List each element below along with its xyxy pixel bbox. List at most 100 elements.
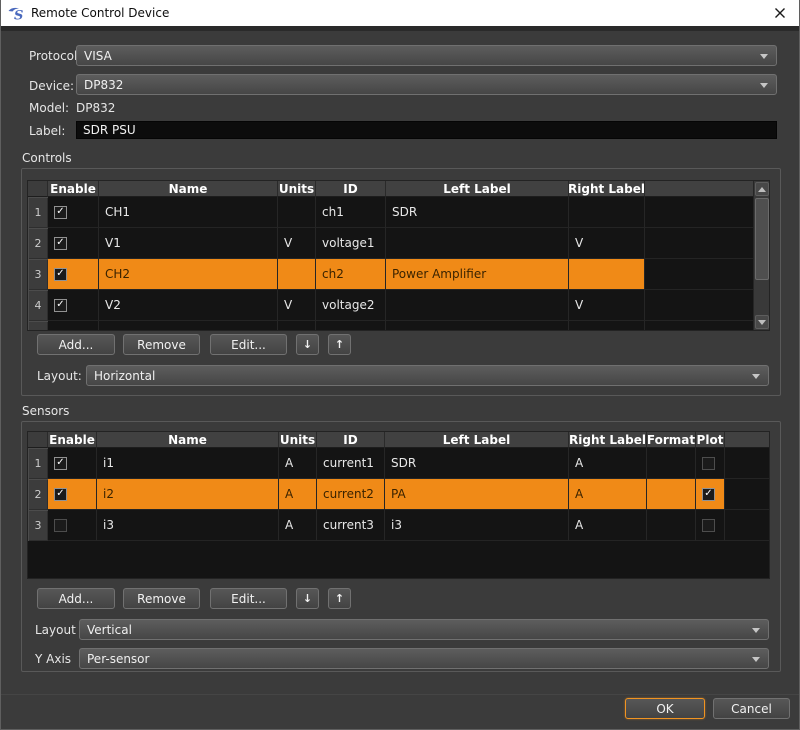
column-header-enable[interactable]: Enable <box>48 432 97 448</box>
cell-enable[interactable]: ✓ <box>48 321 99 331</box>
enable-checkbox[interactable]: ✓ <box>54 206 67 219</box>
plot-checkbox[interactable] <box>702 519 715 532</box>
controls-edit-button[interactable]: Edit... <box>210 334 287 355</box>
cell-units[interactable] <box>278 197 316 228</box>
cell-units[interactable]: A <box>279 448 317 479</box>
column-header-id[interactable]: ID <box>317 432 385 448</box>
protocol-select[interactable]: VISA <box>76 45 777 66</box>
cell-left-label[interactable] <box>386 290 569 321</box>
plot-checkbox[interactable]: ✓ <box>702 488 715 501</box>
sensors-move-down-button[interactable]: ↓ <box>296 588 319 609</box>
cell-format[interactable] <box>647 510 696 541</box>
row-number[interactable]: 2 <box>28 479 48 510</box>
vertical-scrollbar[interactable] <box>753 181 769 330</box>
controls-move-down-button[interactable]: ↓ <box>296 334 319 355</box>
cell-units[interactable] <box>278 259 316 290</box>
cell-units[interactable]: V <box>278 228 316 259</box>
table-row[interactable]: 4✓V2Vvoltage2V <box>28 290 769 321</box>
cell-name[interactable]: CH2 <box>99 259 278 290</box>
cell-name[interactable]: V2 <box>99 290 278 321</box>
sensors-add-button[interactable]: Add... <box>37 588 115 609</box>
cell-right-label[interactable]: V <box>569 290 645 321</box>
cell-right-label[interactable]: A <box>569 510 647 541</box>
cell-id[interactable]: voltage1 <box>316 228 386 259</box>
table-row[interactable]: 5✓ <box>28 321 769 331</box>
cell-name[interactable]: V1 <box>99 228 278 259</box>
sensors-move-up-button[interactable]: ↑ <box>328 588 351 609</box>
row-number[interactable]: 3 <box>28 510 48 541</box>
cell-id[interactable]: current2 <box>317 479 385 510</box>
column-header-units[interactable]: Units <box>279 432 317 448</box>
column-header-plot[interactable]: Plot <box>696 432 725 448</box>
scrollbar-down-button[interactable] <box>755 315 769 329</box>
label-input[interactable] <box>76 121 777 139</box>
cell-id[interactable]: current1 <box>317 448 385 479</box>
scrollbar-up-button[interactable] <box>755 182 769 196</box>
controls-move-up-button[interactable]: ↑ <box>328 334 351 355</box>
cell-enable[interactable]: ✓ <box>48 259 99 290</box>
cell-enable[interactable] <box>48 510 97 541</box>
cell-left-label[interactable]: PA <box>385 479 569 510</box>
cell-enable[interactable]: ✓ <box>48 448 97 479</box>
cell-units[interactable]: V <box>278 290 316 321</box>
title-bar[interactable]: S Remote Control Device <box>1 0 799 26</box>
enable-checkbox[interactable]: ✓ <box>54 457 67 470</box>
device-select[interactable]: DP832 <box>76 74 777 95</box>
table-row[interactable]: 1✓i1Acurrent1SDRA <box>28 448 769 479</box>
row-number[interactable]: 2 <box>28 228 48 259</box>
cell-enable[interactable]: ✓ <box>48 290 99 321</box>
cell-right-label[interactable]: A <box>569 448 647 479</box>
column-header-right-label[interactable]: Right Label <box>569 181 645 197</box>
enable-checkbox[interactable]: ✓ <box>54 330 67 332</box>
cell-enable[interactable]: ✓ <box>48 479 97 510</box>
cell-left-label[interactable] <box>386 321 569 331</box>
cell-format[interactable] <box>647 479 696 510</box>
cell-name[interactable]: i2 <box>97 479 279 510</box>
column-header-name[interactable]: Name <box>99 181 278 197</box>
table-row[interactable]: 2✓V1Vvoltage1V <box>28 228 769 259</box>
cell-left-label[interactable]: SDR <box>386 197 569 228</box>
cell-format[interactable] <box>647 448 696 479</box>
cell-plot[interactable]: ✓ <box>696 479 725 510</box>
cell-id[interactable] <box>316 321 386 331</box>
controls-add-button[interactable]: Add... <box>37 334 115 355</box>
table-row[interactable]: 3i3Acurrent3i3A <box>28 510 769 541</box>
cell-left-label[interactable]: Power Amplifier <box>386 259 569 290</box>
cell-enable[interactable]: ✓ <box>48 197 99 228</box>
scrollbar-thumb[interactable] <box>755 198 769 280</box>
cancel-button[interactable]: Cancel <box>713 698 790 719</box>
column-header-right-label[interactable]: Right Label <box>569 432 647 448</box>
enable-checkbox[interactable]: ✓ <box>54 299 67 312</box>
cell-units[interactable]: A <box>279 510 317 541</box>
column-header-left-label[interactable]: Left Label <box>386 181 569 197</box>
cell-right-label[interactable]: V <box>569 228 645 259</box>
close-icon[interactable] <box>770 4 790 22</box>
sensors-layout-select[interactable]: Vertical <box>79 619 769 640</box>
controls-remove-button[interactable]: Remove <box>123 334 200 355</box>
cell-left-label[interactable]: i3 <box>385 510 569 541</box>
cell-right-label[interactable] <box>569 259 645 290</box>
cell-id[interactable]: voltage2 <box>316 290 386 321</box>
column-header-units[interactable]: Units <box>278 181 316 197</box>
cell-right-label[interactable] <box>569 321 645 331</box>
cell-id[interactable]: current3 <box>317 510 385 541</box>
cell-right-label[interactable]: A <box>569 479 647 510</box>
column-header-left-label[interactable]: Left Label <box>385 432 569 448</box>
cell-enable[interactable]: ✓ <box>48 228 99 259</box>
sensors-remove-button[interactable]: Remove <box>123 588 200 609</box>
table-row[interactable]: 3✓CH2ch2Power Amplifier <box>28 259 769 290</box>
enable-checkbox[interactable]: ✓ <box>54 237 67 250</box>
enable-checkbox[interactable]: ✓ <box>54 268 67 281</box>
enable-checkbox[interactable] <box>54 519 67 532</box>
cell-left-label[interactable] <box>386 228 569 259</box>
column-header-id[interactable]: ID <box>316 181 386 197</box>
row-number[interactable]: 1 <box>28 197 48 228</box>
controls-layout-select[interactable]: Horizontal <box>86 365 769 386</box>
row-number[interactable]: 4 <box>28 290 48 321</box>
enable-checkbox[interactable]: ✓ <box>54 488 67 501</box>
plot-checkbox[interactable] <box>702 457 715 470</box>
cell-left-label[interactable]: SDR <box>385 448 569 479</box>
table-row[interactable]: 1✓CH1ch1SDR <box>28 197 769 228</box>
cell-plot[interactable] <box>696 510 725 541</box>
cell-plot[interactable] <box>696 448 725 479</box>
